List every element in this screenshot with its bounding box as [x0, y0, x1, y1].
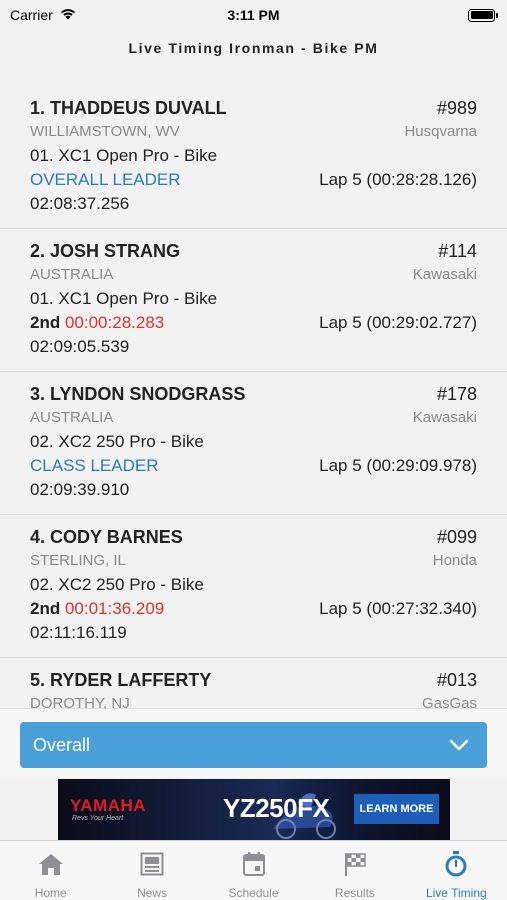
- news-icon: [137, 849, 167, 879]
- rider-hometown: WILLIAMSTOWN, WV: [30, 123, 180, 140]
- ad-banner[interactable]: YAMAHA Revs Your Heart YZ250FX LEARN MOR…: [58, 779, 450, 840]
- rider-brand: Husqvarna: [404, 123, 477, 140]
- rider-brand: GasGas: [421, 695, 477, 708]
- filter-bar: Overall: [0, 708, 507, 778]
- gap-time: 00:00:28.283: [64, 313, 165, 332]
- rider-name: 3. LYNDON SNODGRASS: [30, 384, 246, 404]
- carrier-label: Carrier: [10, 7, 53, 23]
- rider-row[interactable]: 5. RYDER LAFFERTY #013 DOROTHY, NJ GasGas: [0, 658, 507, 708]
- tab-label: Home: [34, 886, 67, 900]
- total-time: 02:11:16.119: [30, 623, 127, 642]
- rider-name: 5. RYDER LAFFERTY: [30, 670, 212, 690]
- leader-status: OVERALL LEADER: [30, 170, 181, 189]
- rider-number: #114: [438, 241, 477, 261]
- rider-number: #989: [436, 98, 477, 118]
- rider-hometown: DOROTHY, NJ: [30, 695, 130, 708]
- rider-number: #178: [436, 384, 477, 404]
- rider-brand: Honda: [432, 552, 477, 569]
- total-time: 02:09:05.539: [30, 337, 130, 356]
- tab-news[interactable]: News: [101, 841, 202, 900]
- rider-hometown: AUSTRALIA: [30, 266, 114, 283]
- tab-label: Live Timing: [425, 886, 487, 900]
- rider-number: #099: [436, 527, 477, 547]
- lap-time: Lap 5 (00:27:32.340): [319, 599, 477, 618]
- filter-dropdown[interactable]: Overall: [20, 722, 487, 768]
- rider-row[interactable]: 2. JOSH STRANG #114 AUSTRALIA Kawasaki 01.…: [0, 229, 507, 372]
- total-time: 02:08:37.256: [30, 194, 130, 213]
- tab-label: Results: [334, 886, 375, 900]
- ad-brand-logo: YAMAHA: [70, 796, 147, 815]
- rider-hometown: AUSTRALIA: [30, 409, 114, 426]
- chevron-down-icon: [449, 735, 469, 756]
- tab-bar: Home News Schedule Results Live Timing: [0, 840, 507, 900]
- page-title: Live Timing Ironman - Bike PM: [128, 40, 379, 56]
- tab-schedule[interactable]: Schedule: [203, 841, 304, 900]
- rider-name: 4. CODY BARNES: [30, 527, 183, 547]
- rider-class: 02. XC2 250 Pro - Bike: [30, 432, 204, 451]
- tab-results[interactable]: Results: [304, 841, 405, 900]
- status-bar: Carrier 3:11 PM: [0, 0, 507, 30]
- filter-selected: Overall: [33, 734, 91, 755]
- gap-position: 2nd: [30, 599, 61, 618]
- gap-time: 00:01:36.209: [64, 599, 165, 618]
- gap-status: 2nd 00:00:28.283: [30, 313, 164, 333]
- gap-status: 2nd 00:01:36.209: [30, 599, 164, 619]
- home-icon: [36, 849, 66, 879]
- total-time: 02:09:39.910: [30, 480, 130, 499]
- wifi-icon: [59, 7, 77, 23]
- rider-class: 01. XC1 Open Pro - Bike: [30, 289, 218, 308]
- leader-status: CLASS LEADER: [30, 456, 159, 475]
- rider-name: 1. THADDEUS DUVALL: [30, 98, 227, 118]
- rider-name: 2. JOSH STRANG: [30, 241, 181, 261]
- tab-label: Schedule: [228, 886, 279, 900]
- rider-brand: Kawasaki: [412, 266, 477, 283]
- stopwatch-icon: [441, 849, 471, 879]
- ad-tagline: Revs Your Heart: [72, 815, 124, 822]
- lap-time: Lap 5 (00:29:02.727): [319, 313, 477, 332]
- checkered-flag-icon: [340, 849, 370, 879]
- gap-position: 2nd: [30, 313, 61, 332]
- rider-row[interactable]: 1. THADDEUS DUVALL #989 WILLIAMSTOWN, WV H…: [0, 86, 507, 229]
- tab-live-timing[interactable]: Live Timing: [406, 841, 507, 900]
- rider-class: 02. XC2 250 Pro - Bike: [30, 575, 204, 594]
- rider-row[interactable]: 4. CODY BARNES #099 STERLING, IL Honda 02.…: [0, 515, 507, 658]
- ad-model: YZ250FX: [223, 793, 330, 823]
- calendar-icon: [239, 849, 269, 879]
- status-left: Carrier: [10, 7, 77, 23]
- lap-time: Lap 5 (00:29:09.978): [319, 456, 477, 475]
- ad-learn-more-button[interactable]: LEARN MORE: [354, 794, 439, 824]
- tab-home[interactable]: Home: [0, 841, 101, 900]
- rider-list[interactable]: 1. THADDEUS DUVALL #989 WILLIAMSTOWN, WV H…: [0, 86, 507, 708]
- rider-number: #013: [436, 670, 477, 690]
- rider-row[interactable]: 3. LYNDON SNODGRASS #178 AUSTRALIA Kawasak…: [0, 372, 507, 515]
- rider-hometown: STERLING, IL: [30, 552, 126, 569]
- rider-class: 01. XC1 Open Pro - Bike: [30, 146, 218, 165]
- battery-icon: [468, 8, 498, 22]
- rider-brand: Kawasaki: [412, 409, 477, 426]
- tab-label: News: [137, 886, 168, 900]
- lap-time: Lap 5 (00:28:28.126): [319, 170, 477, 189]
